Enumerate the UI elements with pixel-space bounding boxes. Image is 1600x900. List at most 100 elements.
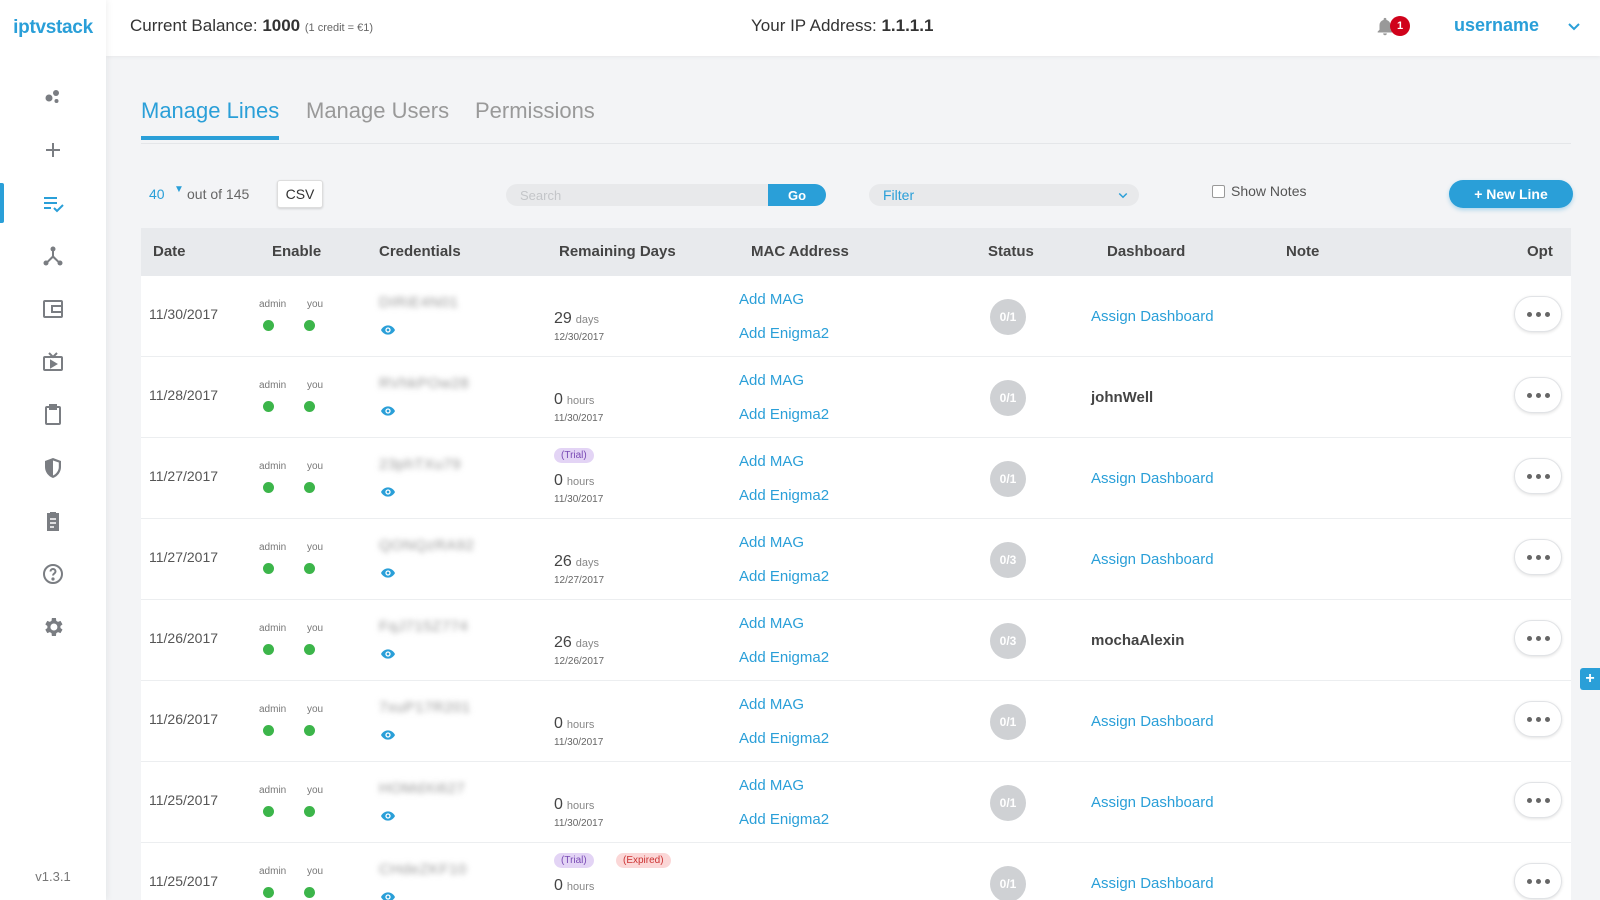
assign-dashboard-link[interactable]: Assign Dashboard [1091, 713, 1214, 730]
eye-icon[interactable] [380, 322, 396, 338]
table-row[interactable]: 11/27/2017 admin you QONQzRA92 26 days 12… [141, 519, 1571, 600]
caret-down-icon[interactable]: ▼ [174, 184, 184, 195]
add-enigma2-link[interactable]: Add Enigma2 [739, 730, 829, 747]
user-enabled-toggle[interactable] [304, 563, 315, 574]
add-mag-link[interactable]: Add MAG [739, 777, 804, 794]
chevron-down-icon[interactable] [1566, 18, 1582, 34]
add-mag-link[interactable]: Add MAG [739, 696, 804, 713]
user-menu-button[interactable]: username [1454, 15, 1539, 36]
table-row[interactable]: 11/26/2017 admin you FqJ715Z774 26 days 1… [141, 600, 1571, 681]
search-input[interactable] [506, 184, 768, 206]
column-header-enable[interactable]: Enable [272, 243, 321, 260]
notifications-button[interactable]: 1 [1374, 14, 1418, 42]
row-options-button[interactable] [1514, 620, 1562, 656]
column-header-status[interactable]: Status [988, 243, 1034, 260]
row-options-button[interactable] [1514, 539, 1562, 575]
sidebar-item-logs[interactable] [0, 494, 106, 547]
admin-enabled-toggle[interactable] [263, 401, 274, 412]
assign-dashboard-link[interactable]: Assign Dashboard [1091, 551, 1214, 568]
add-mag-link[interactable]: Add MAG [739, 453, 804, 470]
column-header-mac-address[interactable]: MAC Address [751, 243, 849, 260]
column-header-opt[interactable]: Opt [1527, 243, 1553, 260]
add-mag-link[interactable]: Add MAG [739, 615, 804, 632]
admin-enabled-toggle[interactable] [263, 563, 274, 574]
csv-export-button[interactable]: CSV [277, 180, 323, 208]
filter-dropdown[interactable]: Filter [869, 184, 1139, 206]
show-notes-toggle[interactable]: Show Notes [1212, 183, 1306, 199]
user-enabled-toggle[interactable] [304, 644, 315, 655]
eye-icon[interactable] [380, 727, 396, 743]
column-header-dashboard[interactable]: Dashboard [1107, 243, 1185, 260]
sidebar-item-wallet[interactable] [0, 282, 106, 335]
table-row[interactable]: 11/27/2017 admin you 23phTXu79 (Trial) 0… [141, 438, 1571, 519]
row-options-button[interactable] [1514, 701, 1562, 737]
sidebar-item-resellers[interactable] [0, 229, 106, 282]
sidebar-item-tv[interactable] [0, 335, 106, 388]
admin-enabled-toggle[interactable] [263, 644, 274, 655]
app-logo[interactable]: iptvstack [0, 0, 106, 56]
row-options-button[interactable] [1514, 782, 1562, 818]
table-row[interactable]: 11/30/2017 admin you DIRiE4N01 29 days 12… [141, 276, 1571, 357]
add-enigma2-link[interactable]: Add Enigma2 [739, 406, 829, 423]
row-options-button[interactable] [1514, 377, 1562, 413]
connection-status-badge: 0/1 [990, 299, 1026, 335]
expand-panel-button[interactable]: + [1580, 668, 1600, 690]
sidebar-item-dashboard[interactable] [0, 70, 106, 123]
add-enigma2-link[interactable]: Add Enigma2 [739, 325, 829, 342]
show-notes-checkbox[interactable] [1212, 184, 1225, 198]
user-enabled-toggle[interactable] [304, 482, 315, 493]
tab-permissions[interactable]: Permissions [475, 98, 595, 136]
assign-dashboard-link[interactable]: Assign Dashboard [1091, 875, 1214, 892]
user-enabled-toggle[interactable] [304, 806, 315, 817]
assign-dashboard-link[interactable]: Assign Dashboard [1091, 470, 1214, 487]
new-line-button[interactable]: + New Line [1449, 180, 1573, 208]
sidebar-item-clipboard[interactable] [0, 388, 106, 441]
sidebar-item-help[interactable] [0, 547, 106, 600]
admin-enabled-toggle[interactable] [263, 806, 274, 817]
add-mag-link[interactable]: Add MAG [739, 372, 804, 389]
search-go-button[interactable]: Go [768, 184, 826, 206]
column-header-note[interactable]: Note [1286, 243, 1319, 260]
add-enigma2-link[interactable]: Add Enigma2 [739, 568, 829, 585]
user-enabled-toggle[interactable] [304, 401, 315, 412]
eye-icon[interactable] [380, 565, 396, 581]
table-row[interactable]: 11/26/2017 admin you 7xuP17R201 0 hours 1… [141, 681, 1571, 762]
eye-icon[interactable] [380, 646, 396, 662]
table-row[interactable]: 11/28/2017 admin you RVhkPOw28 0 hours 11… [141, 357, 1571, 438]
admin-enabled-toggle[interactable] [263, 482, 274, 493]
eye-icon[interactable] [380, 889, 396, 900]
assign-dashboard-link[interactable]: Assign Dashboard [1091, 308, 1214, 325]
add-mag-link[interactable]: Add MAG [739, 291, 804, 308]
column-header-date[interactable]: Date [153, 243, 186, 260]
eye-icon[interactable] [380, 403, 396, 419]
column-header-credentials[interactable]: Credentials [379, 243, 461, 260]
add-enigma2-link[interactable]: Add Enigma2 [739, 487, 829, 504]
admin-enabled-toggle[interactable] [263, 725, 274, 736]
page-size-select[interactable]: 40 [149, 186, 165, 202]
add-enigma2-link[interactable]: Add Enigma2 [739, 811, 829, 828]
table-row[interactable]: 11/25/2017 admin you CHdeZKF10 (Trial) (E… [141, 843, 1571, 900]
sidebar-item-security[interactable] [0, 441, 106, 494]
admin-enabled-toggle[interactable] [263, 887, 274, 898]
column-header-remaining-days[interactable]: Remaining Days [559, 243, 676, 260]
user-enabled-toggle[interactable] [304, 320, 315, 331]
table-row[interactable]: 11/25/2017 admin you HOMdXi627 0 hours 11… [141, 762, 1571, 843]
tab-manage-users[interactable]: Manage Users [306, 98, 449, 136]
sidebar-item-lines[interactable] [0, 176, 106, 229]
sidebar-item-add[interactable] [0, 123, 106, 176]
add-enigma2-link[interactable]: Add Enigma2 [739, 649, 829, 666]
row-options-button[interactable] [1514, 458, 1562, 494]
credentials-value: HOMdXi627 [379, 780, 466, 797]
eye-icon[interactable] [380, 808, 396, 824]
sidebar-item-settings[interactable] [0, 600, 106, 653]
admin-enabled-toggle[interactable] [263, 320, 274, 331]
tab-manage-lines[interactable]: Manage Lines [141, 98, 280, 140]
user-enabled-toggle[interactable] [304, 725, 315, 736]
remaining-value: 0 hours [554, 796, 594, 814]
eye-icon[interactable] [380, 484, 396, 500]
user-enabled-toggle[interactable] [304, 887, 315, 898]
assign-dashboard-link[interactable]: Assign Dashboard [1091, 794, 1214, 811]
add-mag-link[interactable]: Add MAG [739, 534, 804, 551]
row-options-button[interactable] [1514, 863, 1562, 899]
row-options-button[interactable] [1514, 296, 1562, 332]
